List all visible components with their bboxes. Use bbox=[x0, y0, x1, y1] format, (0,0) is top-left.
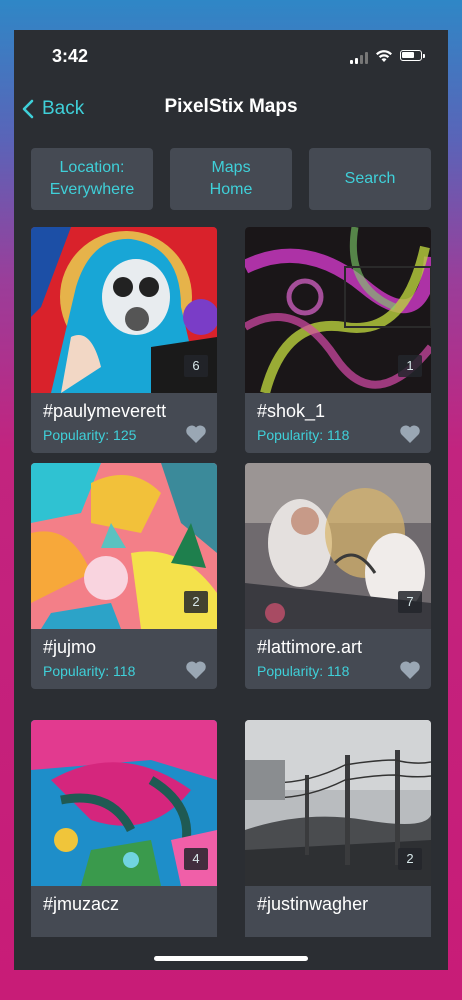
item-count-badge: 4 bbox=[184, 848, 208, 870]
location-filter-button[interactable]: Location: Everywhere bbox=[31, 148, 153, 210]
artwork-card[interactable]: 6 #paulymeverett Popularity: 125 bbox=[31, 227, 217, 453]
artist-name: #jmuzacz bbox=[43, 894, 120, 914]
maps-home-button[interactable]: Maps Home bbox=[170, 148, 292, 210]
artist-name: #shok_1 bbox=[257, 401, 326, 421]
heart-icon[interactable] bbox=[399, 424, 421, 444]
nav-bar: Back PixelStix Maps bbox=[14, 86, 448, 130]
popularity-label: Popularity: 118 bbox=[43, 663, 136, 679]
app-screen: 3:42 Back PixelStix Maps Location: Every… bbox=[14, 30, 448, 970]
home-indicator[interactable] bbox=[154, 956, 308, 961]
artwork-card[interactable]: 2 #justinwagher bbox=[245, 720, 431, 937]
artwork-card[interactable]: 7 #lattimore.art Popularity: 118 bbox=[245, 463, 431, 689]
status-bar: 3:42 bbox=[14, 30, 448, 86]
heart-icon[interactable] bbox=[185, 660, 207, 680]
signal-icon bbox=[350, 52, 370, 64]
popularity-label: Popularity: 125 bbox=[43, 427, 137, 443]
filter-bar: Location: Everywhere Maps Home Search bbox=[31, 148, 431, 210]
popularity-label: Popularity: 118 bbox=[257, 663, 350, 679]
artwork-card[interactable]: 4 #jmuzacz bbox=[31, 720, 217, 937]
item-count-badge: 6 bbox=[184, 355, 208, 377]
artist-name: #lattimore.art bbox=[257, 637, 363, 657]
wifi-icon bbox=[376, 50, 392, 62]
item-count-badge: 7 bbox=[398, 591, 422, 613]
artist-name: #justinwagher bbox=[257, 894, 369, 914]
item-count-badge: 2 bbox=[398, 848, 422, 870]
search-button[interactable]: Search bbox=[309, 148, 431, 210]
artwork-card[interactable]: 1 #shok_1 Popularity: 118 bbox=[245, 227, 431, 453]
heart-icon[interactable] bbox=[399, 660, 421, 680]
artwork-card[interactable]: 2 #jujmo Popularity: 118 bbox=[31, 463, 217, 689]
artist-name: #jujmo bbox=[43, 637, 97, 657]
artwork-grid: 6 #paulymeverett Popularity: 125 1 #shok… bbox=[14, 227, 448, 937]
artist-name: #paulymeverett bbox=[43, 401, 167, 421]
battery-icon bbox=[400, 50, 425, 61]
item-count-badge: 2 bbox=[184, 591, 208, 613]
heart-icon[interactable] bbox=[185, 424, 207, 444]
page-title: PixelStix Maps bbox=[164, 96, 298, 117]
status-time: 3:42 bbox=[52, 46, 89, 66]
item-count-badge: 1 bbox=[398, 355, 422, 377]
popularity-label: Popularity: 118 bbox=[257, 427, 350, 443]
